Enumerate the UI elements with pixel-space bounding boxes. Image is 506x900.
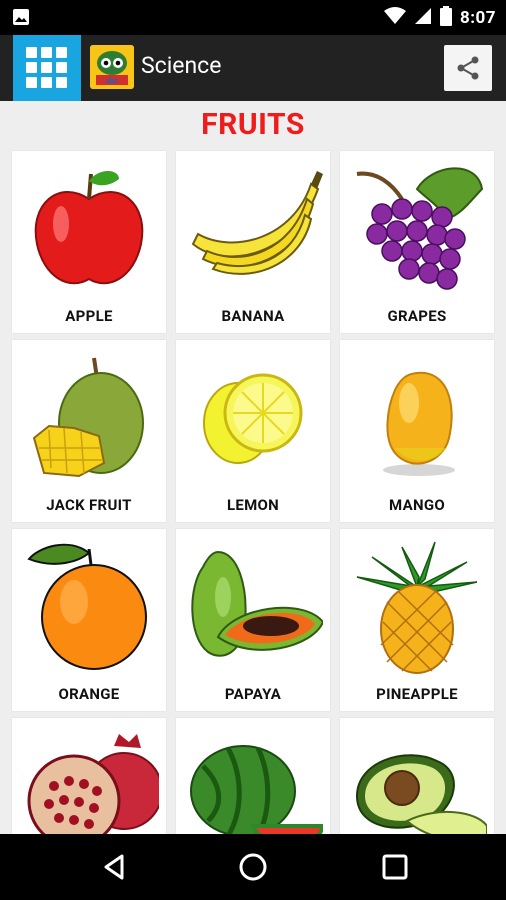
fruit-label: ORANGE [58, 685, 120, 703]
app-title: Science [141, 52, 222, 79]
fruit-card-papaya[interactable]: PAPAYA [176, 529, 330, 711]
jackfruit-icon [32, 357, 144, 478]
lemon-icon [203, 373, 303, 464]
fruit-label: JACK FRUIT [46, 496, 132, 514]
fruit-label: PINEAPPLE [376, 685, 458, 703]
fruit-label: APPLE [65, 307, 113, 325]
fruit-card-apple[interactable]: APPLE [12, 151, 166, 333]
fruit-card-banana[interactable]: BANANA [176, 151, 330, 333]
wifi-icon [383, 7, 406, 29]
share-icon [457, 56, 479, 80]
home-button[interactable] [238, 852, 268, 886]
fruit-label: PAPAYA [224, 685, 282, 703]
recents-icon [382, 854, 408, 880]
papaya-icon [191, 550, 323, 657]
fruit-card-mango[interactable]: MANGO [340, 340, 494, 522]
fruit-label: BANANA [221, 307, 285, 325]
fruit-card-pineapple[interactable]: PINEAPPLE [340, 529, 494, 711]
fruit-label: MANGO [389, 496, 445, 514]
fruit-card-avocado[interactable] [340, 718, 494, 834]
pineapple-icon [356, 541, 478, 674]
mango-icon [383, 371, 455, 476]
recents-button[interactable] [380, 852, 410, 886]
avocado-icon [355, 754, 487, 834]
pomegranate-icon [27, 734, 159, 834]
battery-icon [439, 6, 452, 30]
grid-menu-button[interactable] [13, 35, 81, 101]
fruit-label: GRAPES [387, 307, 447, 325]
fruit-card-lemon[interactable]: LEMON [176, 340, 330, 522]
home-icon [239, 853, 267, 881]
back-icon [104, 854, 124, 880]
svg-text:abc: abc [105, 77, 119, 86]
share-button[interactable] [444, 45, 492, 91]
grid-icon [26, 47, 67, 88]
fruit-card-pomegranate[interactable] [12, 718, 166, 834]
status-time: 8:07 [459, 8, 496, 28]
orange-icon [27, 543, 147, 670]
fruit-card-grapes[interactable]: GRAPES [340, 151, 494, 333]
image-notification-icon [12, 8, 30, 30]
fruit-card-jackfruit[interactable]: JACK FRUIT [12, 340, 166, 522]
banana-icon [191, 171, 323, 275]
app-logo: abc [90, 45, 134, 89]
signal-icon [414, 7, 432, 29]
apple-icon [34, 171, 144, 285]
navigation-bar [0, 834, 506, 900]
fruit-card-orange[interactable]: ORANGE [12, 529, 166, 711]
fruits-list: FRUITS APPLE BANANA GRAPES JACK FRUIT LE… [0, 101, 506, 834]
fruit-label: LEMON [226, 496, 280, 514]
fruit-card-watermelon[interactable] [176, 718, 330, 834]
watermelon-icon [190, 745, 323, 834]
grapes-icon [356, 167, 484, 290]
status-bar: 8:07 [0, 0, 506, 35]
section-title: FRUITS [201, 107, 305, 142]
back-button[interactable] [100, 852, 130, 886]
app-bar: abc Science [0, 35, 506, 101]
